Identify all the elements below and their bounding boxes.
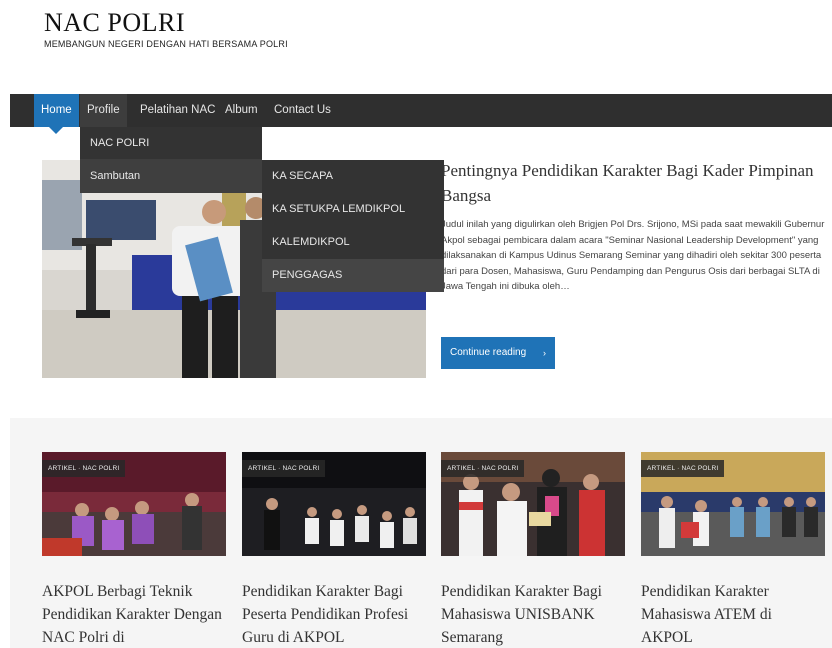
nav-item-pelatihan-nac[interactable]: Pelatihan NAC <box>133 94 222 127</box>
dropdown-item-nac-polri[interactable]: NAC POLRI <box>80 127 262 160</box>
category-badge[interactable]: ARTIKEL · NAC POLRI <box>242 460 326 477</box>
featured-post-excerpt: Judul inilah yang digulirkan oleh Brigje… <box>441 219 825 292</box>
nav-item-contact-us[interactable]: Contact Us <box>267 94 338 127</box>
post-card-title[interactable]: Pendidikan Karakter Mahasiswa ATEM di AK… <box>641 580 825 648</box>
submenu-item-ka-setukpa-lemdikpol[interactable]: KA SETUKPA LEMDIKPOL <box>262 193 444 226</box>
post-card-image[interactable]: ARTIKEL · NAC POLRI <box>441 452 625 556</box>
category-badge[interactable]: ARTIKEL · NAC POLRI <box>641 460 725 477</box>
main-navigation: Home Profile Pelatihan NAC Album Contact… <box>10 94 832 134</box>
category-badge[interactable]: ARTIKEL · NAC POLRI <box>42 460 126 477</box>
post-card-title[interactable]: AKPOL Berbagi Teknik Pendidikan Karakter… <box>42 580 226 648</box>
nav-item-home[interactable]: Home <box>34 94 79 134</box>
continue-reading-label: Continue reading <box>450 347 527 358</box>
continue-reading-button[interactable]: Continue reading › <box>441 337 555 369</box>
profile-dropdown: NAC POLRI Sambutan <box>80 127 262 193</box>
site-tagline: MEMBANGUN NEGERI DENGAN HATI BERSAMA POL… <box>44 39 288 49</box>
nav-item-album[interactable]: Album <box>218 94 265 127</box>
site-title[interactable]: NAC POLRI <box>44 8 185 38</box>
post-card-image[interactable]: ARTIKEL · NAC POLRI <box>42 452 226 556</box>
featured-post-title[interactable]: Pentingnya Pendidikan Karakter Bagi Kade… <box>441 158 826 208</box>
post-card-title[interactable]: Pendidikan Karakter Bagi Peserta Pendidi… <box>242 580 426 648</box>
nav-item-profile[interactable]: Profile <box>80 94 127 127</box>
post-card-image[interactable]: ARTIKEL · NAC POLRI <box>242 452 426 556</box>
submenu-item-kalemdikpol[interactable]: KALEMDIKPOL <box>262 226 444 259</box>
sambutan-submenu: KA SECAPA KA SETUKPA LEMDIKPOL KALEMDIKP… <box>262 160 444 292</box>
post-card-title[interactable]: Pendidikan Karakter Bagi Mahasiswa UNISB… <box>441 580 625 648</box>
submenu-item-penggagas[interactable]: PENGGAGAS <box>262 259 444 292</box>
dropdown-item-sambutan[interactable]: Sambutan <box>80 160 262 193</box>
category-badge[interactable]: ARTIKEL · NAC POLRI <box>441 460 525 477</box>
chevron-right-icon: › <box>543 348 546 358</box>
post-card-image[interactable]: ARTIKEL · NAC POLRI <box>641 452 825 556</box>
submenu-item-ka-secapa[interactable]: KA SECAPA <box>262 160 444 193</box>
